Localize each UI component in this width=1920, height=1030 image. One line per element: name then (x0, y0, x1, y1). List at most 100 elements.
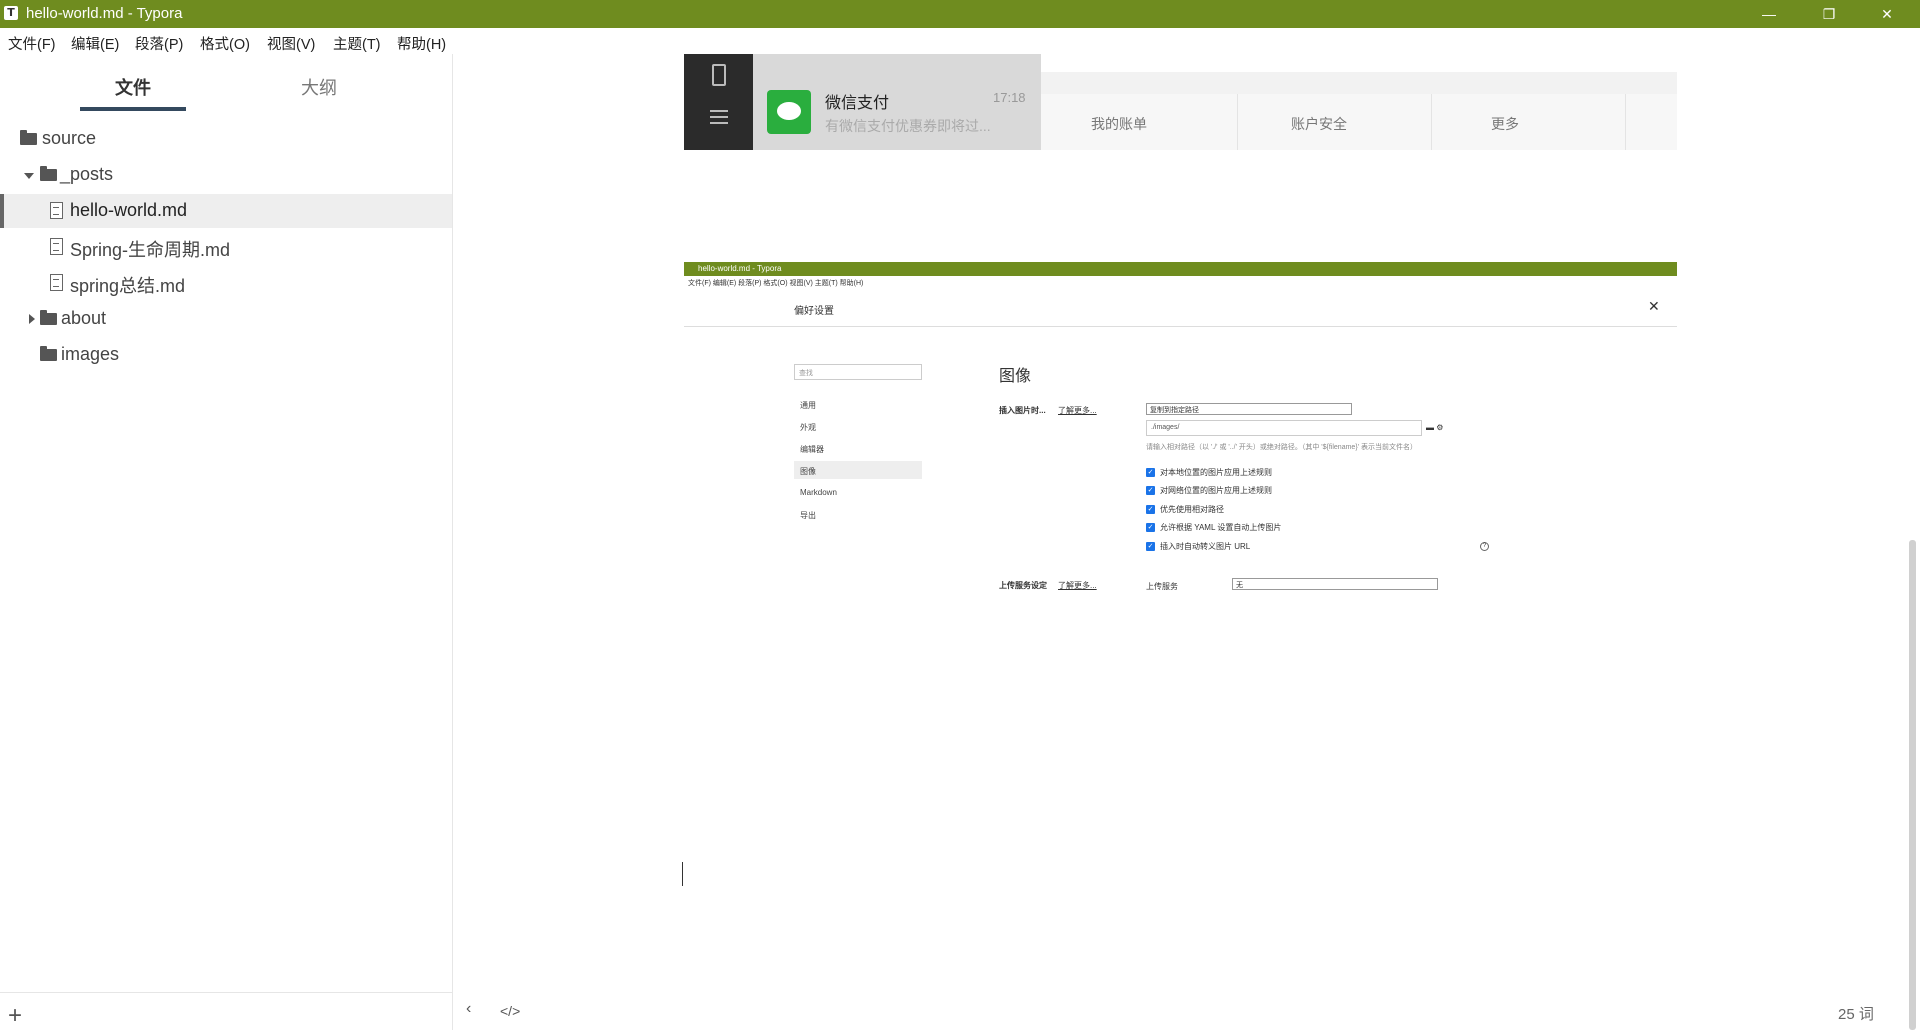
chat-list-item: 微信支付 17:18 有微信支付优惠券即将过... (753, 54, 1041, 150)
menu-bar: 文件(F) 编辑(E) 段落(P) 格式(O) 视图(V) 主题(T) 帮助(H… (0, 28, 1920, 54)
checkbox-label: 优先使用相对路径 (1160, 505, 1224, 514)
folder-icon (40, 310, 57, 325)
add-file-button[interactable]: + (8, 1002, 22, 1030)
checkbox-checked-icon: ✓ (1146, 505, 1155, 514)
preferences-title: 偏好设置 (794, 306, 834, 317)
divider (1237, 94, 1238, 150)
maximize-button[interactable]: ❐ (1800, 0, 1858, 28)
scrollbar-thumb[interactable] (1909, 540, 1916, 1030)
tree-item-hello-world[interactable]: hello-world.md (0, 194, 452, 228)
chat-preview: 有微信支付优惠券即将过... (825, 118, 991, 134)
checkbox-checked-icon: ✓ (1146, 468, 1155, 477)
wechat-pay-icon (767, 90, 811, 134)
image-window-title: hello-world.md - Typora (698, 264, 782, 273)
close-icon: ✕ (1648, 298, 1660, 314)
path-hint: 请输入相对路径（以 './' 或 '../' 开头）或绝对路径。（其中 '${f… (1146, 444, 1417, 451)
tree-item-label: Spring-生命周期.md (70, 240, 231, 260)
divider (1431, 94, 1432, 150)
tree-item-about[interactable]: about (0, 302, 452, 336)
insert-action-select: 复制到指定路径 (1146, 403, 1352, 415)
checkbox-checked-icon: ✓ (1146, 542, 1155, 551)
tree-item-label: source (42, 128, 97, 148)
chat-name: 微信支付 (825, 95, 890, 112)
minimize-button[interactable]: — (1740, 0, 1798, 28)
embedded-image-wechat: 微信支付 17:18 有微信支付优惠券即将过... 我的账单 账户安全 更多 (684, 54, 1677, 150)
text-cursor (682, 862, 683, 886)
image-menu-text: 文件(F) 编辑(E) 段落(P) 格式(O) 视图(V) 主题(T) 帮助(H… (688, 280, 864, 287)
divider (684, 326, 1677, 327)
insert-image-label: 插入图片时... (999, 406, 1046, 415)
upload-settings-label: 上传服务设定 (999, 581, 1047, 590)
tab-files[interactable]: 文件 (78, 74, 188, 100)
menu-theme[interactable]: 主题(T) (333, 33, 381, 54)
checkbox-checked-icon: ✓ (1146, 486, 1155, 495)
menu-file[interactable]: 文件(F) (8, 33, 56, 54)
chevron-right-icon[interactable] (29, 314, 35, 324)
tree-item-spring-lifecycle[interactable]: Spring-生命周期.md (0, 230, 452, 264)
checkbox-label: 插入时自动转义图片 URL (1160, 542, 1251, 551)
chat-time: 17:18 (993, 90, 1026, 105)
menu-view[interactable]: 视图(V) (267, 33, 315, 54)
close-button[interactable]: ✕ (1858, 0, 1916, 28)
sidebar-footer-divider (0, 992, 452, 993)
word-count[interactable]: 25 词 (1838, 1003, 1874, 1024)
preferences-search: 查找 (794, 364, 922, 380)
tree-item-label: hello-world.md (70, 200, 188, 220)
source-code-mode-button[interactable]: </> (500, 1003, 520, 1019)
footer-item-more: 更多 (1491, 116, 1519, 132)
folder-icon (20, 130, 37, 145)
window-title: hello-world.md - Typora (26, 5, 183, 22)
menu-help[interactable]: 帮助(H) (397, 33, 446, 54)
pref-nav-image: 图像 (794, 461, 922, 479)
hamburger-menu-icon (710, 110, 728, 124)
upload-service-select: 无 (1232, 578, 1438, 590)
folder-icon: ▬ ⚙ (1426, 423, 1444, 432)
menu-edit[interactable]: 编辑(E) (71, 33, 119, 54)
checkbox-label: 对网络位置的图片应用上述规则 (1160, 486, 1272, 495)
chevron-down-icon[interactable] (24, 173, 34, 179)
footer-item-bills: 我的账单 (1091, 116, 1147, 132)
file-icon (50, 274, 63, 291)
tree-item-spring-summary[interactable]: spring总结.md (0, 266, 452, 300)
image-menu-bar: 文件(F) 编辑(E) 段落(P) 格式(O) 视图(V) 主题(T) 帮助(H… (684, 276, 1677, 288)
pref-nav-appearance: 外观 (800, 423, 816, 432)
upload-service-label: 上传服务 (1146, 582, 1178, 591)
pref-nav-export: 导出 (800, 511, 816, 520)
title-bar: T hello-world.md - Typora — ❐ ✕ (0, 0, 1920, 28)
pref-nav-editor: 编辑器 (800, 445, 824, 454)
active-tab-indicator (80, 107, 186, 111)
tree-item-label: spring总结.md (70, 276, 186, 296)
toggle-sidebar-button[interactable]: ‹ (466, 1000, 471, 1018)
menu-paragraph[interactable]: 段落(P) (135, 33, 183, 54)
file-icon (50, 238, 63, 255)
menu-format[interactable]: 格式(O) (200, 33, 250, 54)
learn-more-link: 了解更多... (1058, 406, 1097, 415)
wechat-sidebar (684, 54, 753, 150)
chat-footer-menu: 我的账单 账户安全 更多 (1041, 94, 1677, 150)
folder-icon (40, 346, 57, 361)
help-icon: ? (1480, 542, 1489, 551)
tree-item-label: _posts (60, 164, 114, 184)
checkbox-label: 允许根据 YAML 设置自动上传图片 (1160, 523, 1282, 532)
tree-item-images[interactable]: images (0, 338, 452, 372)
pref-section-heading: 图像 (999, 368, 1032, 385)
pref-nav-markdown: Markdown (800, 488, 837, 497)
image-path-input: ./images/ (1146, 420, 1422, 436)
image-title-bar: hello-world.md - Typora (684, 262, 1677, 276)
learn-more-link: 了解更多... (1058, 581, 1097, 590)
folder-icon (40, 166, 57, 181)
tree-item-posts[interactable]: _posts (0, 158, 452, 192)
file-icon (50, 202, 63, 219)
checkbox-label: 对本地位置的图片应用上述规则 (1160, 468, 1272, 477)
pref-nav-general: 通用 (800, 401, 816, 410)
tree-item-label: about (61, 308, 107, 328)
checkbox-checked-icon: ✓ (1146, 523, 1155, 532)
phone-icon (712, 64, 726, 86)
divider (1625, 94, 1626, 150)
tab-outline[interactable]: 大纲 (264, 74, 374, 100)
chat-header (1041, 54, 1677, 72)
tree-item-source[interactable]: source (0, 122, 452, 156)
footer-item-security: 账户安全 (1291, 116, 1347, 132)
sidebar: 文件 大纲 source _posts hello-world.md Sprin… (0, 54, 453, 1030)
embedded-image-preferences: hello-world.md - Typora 文件(F) 编辑(E) 段落(P… (684, 262, 1677, 602)
